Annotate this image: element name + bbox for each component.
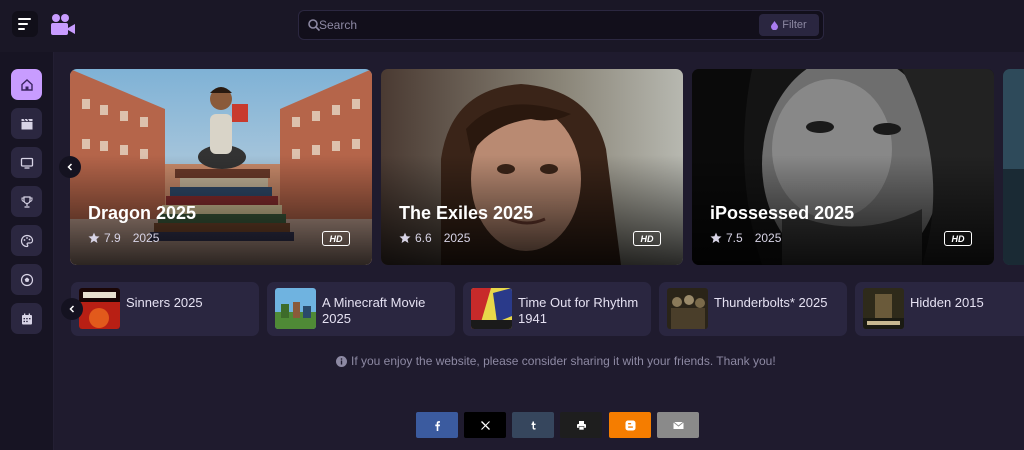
card-meta: 7.9 2025 bbox=[88, 231, 159, 245]
sidebar-item-movies[interactable] bbox=[11, 108, 42, 139]
quality-badge: HD bbox=[322, 231, 350, 246]
poster-thumbnail bbox=[275, 288, 316, 329]
sidebar-item-schedule[interactable] bbox=[11, 303, 42, 334]
item-title: A Minecraft Movie 2025 bbox=[322, 295, 426, 326]
card-title: Dragon 2025 bbox=[88, 203, 197, 223]
filter-label: Filter bbox=[782, 19, 807, 31]
share-print-button[interactable] bbox=[560, 412, 602, 438]
football-icon bbox=[20, 273, 33, 286]
home-icon bbox=[20, 78, 33, 91]
poster-thumbnail bbox=[863, 288, 904, 329]
calendar-icon bbox=[21, 313, 32, 324]
palette-icon bbox=[20, 234, 33, 247]
menu-icon[interactable] bbox=[12, 11, 38, 37]
star-icon bbox=[88, 232, 100, 243]
card-rating: 6.6 bbox=[415, 231, 432, 245]
star-icon bbox=[710, 232, 722, 243]
featured-card[interactable]: iPossessed 2025 7.5 2025 HD bbox=[692, 69, 994, 265]
share-x-button[interactable] bbox=[464, 412, 506, 438]
sidebar-item-awards[interactable] bbox=[11, 186, 42, 217]
list-item[interactable]: Time Out for Rhythm 1941 bbox=[463, 282, 651, 336]
top-bar: Filter bbox=[0, 0, 1024, 52]
share-email-button[interactable] bbox=[657, 412, 699, 438]
share-facebook-button[interactable] bbox=[416, 412, 458, 438]
sidebar-item-sports[interactable] bbox=[11, 264, 42, 295]
card-meta: 7.5 2025 bbox=[710, 231, 781, 245]
poster-thumbnail bbox=[471, 288, 512, 329]
clapperboard-icon bbox=[21, 118, 32, 129]
sidebar-item-animation[interactable] bbox=[11, 225, 42, 256]
email-icon bbox=[672, 421, 684, 429]
poster-image bbox=[1003, 69, 1024, 265]
trending-prev-button[interactable] bbox=[61, 298, 83, 320]
card-rating: 7.5 bbox=[726, 231, 743, 245]
featured-card-partial[interactable] bbox=[1003, 69, 1024, 265]
info-icon bbox=[336, 355, 347, 367]
card-meta: 6.6 2025 bbox=[399, 231, 470, 245]
share-blogger-button[interactable] bbox=[609, 412, 651, 438]
chevron-left-icon bbox=[69, 305, 75, 313]
card-title: iPossessed 2025 bbox=[710, 203, 855, 223]
search-input[interactable] bbox=[319, 14, 749, 36]
video-camera-logo-icon[interactable] bbox=[50, 13, 76, 37]
poster-thumbnail bbox=[79, 288, 120, 329]
featured-card[interactable]: Dragon 2025 7.9 2025 HD bbox=[70, 69, 372, 265]
trophy-icon bbox=[21, 195, 32, 208]
poster-thumbnail bbox=[667, 288, 708, 329]
filter-button[interactable]: Filter bbox=[759, 14, 819, 36]
item-title: Sinners 2025 bbox=[126, 295, 203, 310]
card-year: 2025 bbox=[443, 231, 471, 245]
list-item[interactable]: Thunderbolts* 2025 bbox=[659, 282, 847, 336]
tv-icon bbox=[20, 157, 33, 169]
card-year: 2025 bbox=[132, 231, 160, 245]
list-item[interactable]: A Minecraft Movie 2025 bbox=[267, 282, 455, 336]
share-message: If you enjoy the website, please conside… bbox=[336, 354, 776, 368]
tumblr-icon bbox=[531, 421, 536, 430]
featured-card[interactable]: The Exiles 2025 6.6 2025 HD bbox=[381, 69, 683, 265]
facebook-icon bbox=[434, 420, 440, 431]
item-title: Thunderbolts* 2025 bbox=[714, 295, 828, 310]
featured-prev-button[interactable] bbox=[59, 156, 81, 178]
search-bar: Filter bbox=[298, 10, 824, 40]
card-year: 2025 bbox=[754, 231, 782, 245]
quality-badge: HD bbox=[633, 231, 661, 246]
list-item[interactable]: Sinners 2025 bbox=[71, 282, 259, 336]
star-icon bbox=[399, 232, 411, 243]
blogger-icon bbox=[625, 420, 635, 430]
droplet-icon bbox=[771, 20, 779, 30]
item-title: Hidden 2015 bbox=[910, 295, 984, 310]
item-title: Time Out for Rhythm 1941 bbox=[518, 295, 639, 326]
card-rating: 7.9 bbox=[104, 231, 121, 245]
sidebar bbox=[0, 52, 54, 450]
sidebar-item-tv[interactable] bbox=[11, 147, 42, 178]
quality-badge: HD bbox=[944, 231, 972, 246]
chevron-left-icon bbox=[67, 163, 73, 171]
list-item[interactable]: Hidden 2015 bbox=[855, 282, 1024, 336]
card-title: The Exiles 2025 bbox=[399, 203, 534, 223]
print-icon bbox=[576, 420, 586, 430]
x-icon bbox=[480, 420, 490, 430]
share-tumblr-button[interactable] bbox=[512, 412, 554, 438]
share-message-text: If you enjoy the website, please conside… bbox=[351, 354, 776, 368]
sidebar-item-home[interactable] bbox=[11, 69, 42, 100]
